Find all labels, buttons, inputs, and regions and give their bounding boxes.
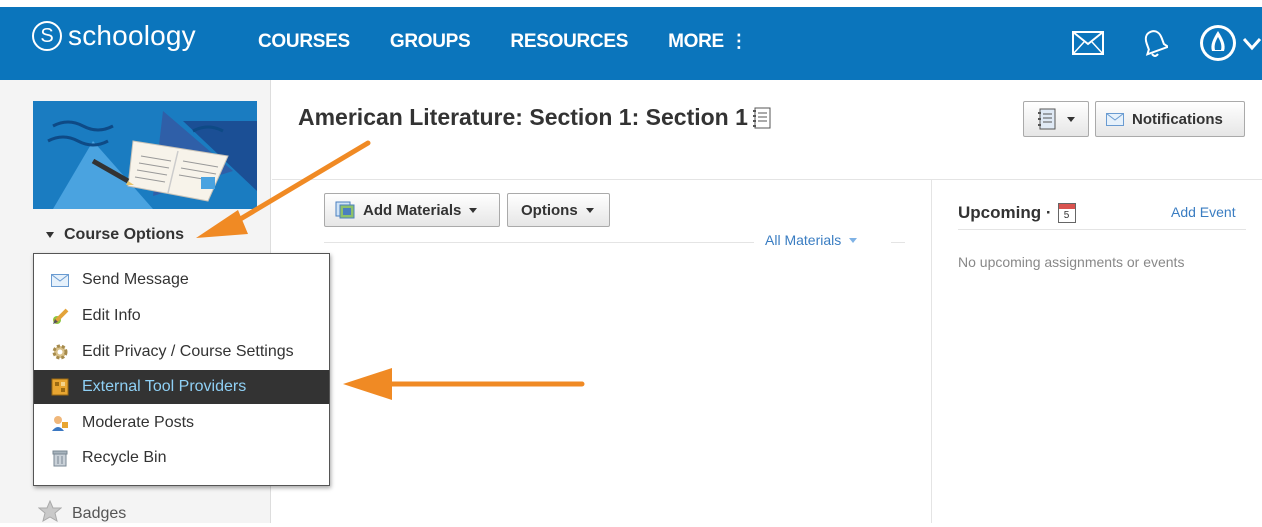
avatar[interactable] xyxy=(1198,23,1238,67)
course-profile-image xyxy=(33,101,257,209)
add-materials-button[interactable]: Add Materials xyxy=(324,193,500,227)
course-title: American Literature: Section 1: Section … xyxy=(298,104,748,130)
add-materials-label: Add Materials xyxy=(363,201,462,219)
course-view-menu-button[interactable] xyxy=(1023,101,1089,137)
course-options-label: Course Options xyxy=(64,226,185,243)
upcoming-title: Upcoming · xyxy=(958,203,1052,222)
logo-mark: S xyxy=(32,21,62,51)
moderator-icon xyxy=(50,414,70,432)
gear-icon xyxy=(50,343,70,361)
bell-icon[interactable] xyxy=(1142,28,1171,62)
recycle-bin-icon xyxy=(50,449,70,467)
chevron-down-icon[interactable] xyxy=(1242,36,1262,55)
calendar-day: 5 xyxy=(1063,210,1070,221)
schoology-logo[interactable]: S schoology xyxy=(32,20,196,52)
options-button[interactable]: Options xyxy=(507,193,610,227)
badges-label: Badges xyxy=(72,504,127,522)
page-title: American Literature: Section 1: Section … xyxy=(298,104,772,131)
triangle-down-icon xyxy=(46,232,54,238)
menu-item-label: Recycle Bin xyxy=(82,449,167,466)
caret-down-icon xyxy=(469,207,478,213)
more-dots-icon: ⋮ xyxy=(729,31,748,51)
options-label: Options xyxy=(521,201,578,219)
main-nav: COURSES GROUPS RESOURCES MORE ⋮ xyxy=(258,31,788,53)
caret-down-icon xyxy=(849,237,858,243)
materials-toolbar-divider xyxy=(324,242,754,243)
envelope-icon xyxy=(50,271,70,289)
menu-item-edit-privacy-settings[interactable]: Edit Privacy / Course Settings xyxy=(34,335,329,369)
menu-item-moderate-posts[interactable]: Moderate Posts xyxy=(34,406,329,440)
menu-item-label: External Tool Providers xyxy=(82,378,247,395)
upcoming-heading: Upcoming · 5 xyxy=(958,203,1076,223)
course-options-menu: Send Message Edit Info Edit Privacy / Co… xyxy=(33,253,330,486)
menu-item-recycle-bin[interactable]: Recycle Bin xyxy=(34,441,329,475)
caret-down-icon xyxy=(585,207,594,213)
nav-resources[interactable]: RESOURCES xyxy=(510,31,628,53)
nav-more[interactable]: MORE ⋮ xyxy=(668,31,748,53)
menu-item-label: Moderate Posts xyxy=(82,414,195,431)
nav-courses[interactable]: COURSES xyxy=(258,31,350,53)
menu-item-label: Send Message xyxy=(82,271,189,288)
mail-icon[interactable] xyxy=(1072,31,1104,59)
caret-down-icon xyxy=(1067,116,1075,122)
notifications-button[interactable]: Notifications xyxy=(1095,101,1245,137)
notifications-label: Notifications xyxy=(1132,110,1223,128)
logo-text: schoology xyxy=(68,20,196,51)
top-navigation-bar: S schoology COURSES GROUPS RESOURCES MOR… xyxy=(0,0,1262,80)
nav-groups[interactable]: GROUPS xyxy=(390,31,471,53)
puzzle-icon xyxy=(50,378,70,396)
menu-item-label: Edit Info xyxy=(82,307,141,324)
no-upcoming-message: No upcoming assignments or events xyxy=(958,254,1185,270)
header-icons xyxy=(1072,23,1262,67)
envelope-icon xyxy=(1106,112,1124,126)
upcoming-divider xyxy=(958,229,1246,230)
menu-item-edit-info[interactable]: Edit Info xyxy=(34,299,329,333)
calendar-header xyxy=(1058,204,1075,209)
all-materials-divider xyxy=(891,242,905,243)
header-divider xyxy=(272,179,1262,180)
arrow-to-external-tool-providers xyxy=(343,368,585,400)
menu-item-label: Edit Privacy / Course Settings xyxy=(82,343,294,360)
all-materials-filter[interactable]: All Materials xyxy=(765,232,858,248)
notebook-icon xyxy=(752,107,772,129)
add-event-link[interactable]: Add Event xyxy=(1171,204,1236,220)
pencil-icon xyxy=(50,307,70,325)
add-materials-icon xyxy=(335,201,355,219)
all-materials-label: All Materials xyxy=(765,232,842,248)
column-divider xyxy=(931,180,932,523)
nav-more-label: MORE xyxy=(668,31,724,52)
menu-item-send-message[interactable]: Send Message xyxy=(34,263,329,297)
menu-item-external-tool-providers[interactable]: External Tool Providers xyxy=(34,370,329,404)
notebook-icon xyxy=(1037,108,1057,130)
course-options-toggle[interactable]: Course Options xyxy=(46,226,184,244)
calendar-icon: 5 xyxy=(1057,203,1076,223)
